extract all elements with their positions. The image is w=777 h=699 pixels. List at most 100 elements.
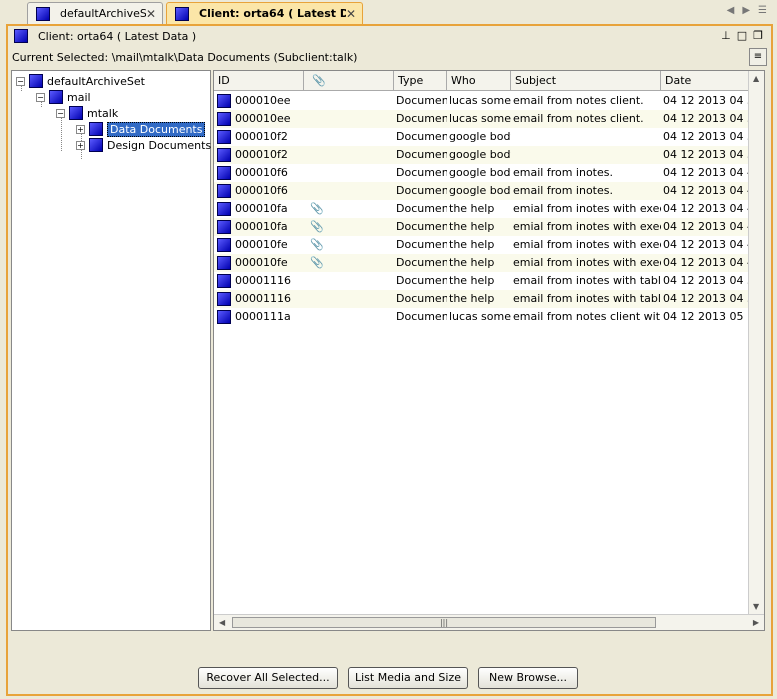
table-row[interactable]: 00001116 Documentthe help email from inote… <box>214 290 750 308</box>
cell-attachment <box>304 164 394 182</box>
expand-icon[interactable]: + <box>76 140 85 150</box>
cell-date: 04 12 2013 04 47 <box>663 202 750 215</box>
cell-attachment <box>304 290 394 308</box>
cell-id: 00001116 <box>214 290 304 308</box>
expand-icon[interactable]: + <box>76 124 85 134</box>
document-icon <box>217 220 231 234</box>
table-row[interactable]: 000010f2 Documentgoogle body 04 12 2013 04… <box>214 128 750 146</box>
table-row[interactable]: 000010fe 📎 Documentthe help emial from inot… <box>214 254 750 272</box>
scroll-up-icon[interactable]: ▲ <box>753 74 759 83</box>
cell-subject: emial from inotes with exec... <box>513 256 661 269</box>
cell-type: Document <box>396 184 447 197</box>
table-row[interactable]: 00001116 Documentthe help email from inote… <box>214 272 750 290</box>
horizontal-scrollbar[interactable]: ◀ ||| ▶ <box>214 614 764 630</box>
tree-node-data-documents[interactable]: + Data Documents <box>76 121 206 137</box>
cell-attachment <box>304 308 394 326</box>
client-icon <box>14 29 28 43</box>
pin-icon[interactable]: ⊥ <box>721 29 731 42</box>
cell-attachment <box>304 182 394 200</box>
cell-date: 04 12 2013 04 40 <box>663 166 750 179</box>
tree-node-mail[interactable]: − mail <box>36 89 91 105</box>
cell-id: 000010f6 <box>214 182 304 200</box>
tab-label: defaultArchiveSet <box>60 7 146 20</box>
scroll-down-icon[interactable]: ▼ <box>753 602 759 611</box>
table-row[interactable]: 000010fe 📎 Documentthe help emial from inot… <box>214 236 750 254</box>
cell-type: Document <box>396 292 447 305</box>
cell-id: 000010f2 <box>214 146 304 164</box>
cell-who: the help <box>449 220 495 233</box>
table-row[interactable]: 000010f6 Documentgoogle bodyemail from in… <box>214 164 750 182</box>
paperclip-icon: 📎 <box>312 74 326 87</box>
cell-who: google body <box>449 148 511 161</box>
cell-attachment <box>304 128 394 146</box>
cell-date: 04 12 2013 04 47 <box>663 256 750 269</box>
tab-list-icon[interactable]: ☰ <box>758 5 767 16</box>
cell-subject: email from inotes. <box>513 166 613 179</box>
cell-id: 00001116 <box>214 272 304 290</box>
horizontal-scroll-thumb[interactable]: ||| <box>232 617 656 628</box>
cell-date: 04 12 2013 05 10 <box>663 310 750 323</box>
table-row[interactable]: 000010f6 Documentgoogle bodyemail from in… <box>214 182 750 200</box>
maximize-icon[interactable]: □ <box>737 29 747 42</box>
cell-id: 0000111a <box>214 308 304 326</box>
folder-icon <box>49 90 63 104</box>
column-header-type[interactable]: Type <box>394 71 447 91</box>
collapse-icon[interactable]: − <box>36 92 45 102</box>
column-header-subject[interactable]: Subject <box>511 71 661 91</box>
scroll-left-icon[interactable]: ◀ <box>727 5 735 16</box>
table-row[interactable]: 000010ee Documentlucas someemail from not… <box>214 92 750 110</box>
cell-date: 04 12 2013 04 37 <box>663 112 750 125</box>
document-icon <box>217 94 231 108</box>
cell-id: 000010fe <box>214 254 304 272</box>
scroll-right-icon[interactable]: ▶ <box>753 618 759 627</box>
cell-who: the help <box>449 256 495 269</box>
document-icon <box>217 130 231 144</box>
cell-subject: emial from inotes with exec... <box>513 202 661 215</box>
new-browse-button[interactable]: New Browse... <box>478 667 578 689</box>
collapse-icon[interactable]: − <box>56 108 65 118</box>
document-icon <box>217 292 231 306</box>
cell-type: Document <box>396 94 447 107</box>
column-header-id[interactable]: ID <box>214 71 304 91</box>
list-media-and-size-button[interactable]: List Media and Size <box>348 667 468 689</box>
cell-id: 000010fa <box>214 200 304 218</box>
tab-client-orta64[interactable]: Client: orta64 ( Latest D... ✕ <box>166 2 363 24</box>
cell-who: the help <box>449 202 495 215</box>
cell-type: Document <box>396 274 447 287</box>
cell-subject <box>511 128 661 146</box>
cell-who: lucas some <box>449 310 511 323</box>
table-row[interactable]: 000010ee Documentlucas someemail from not… <box>214 110 750 128</box>
column-header-who[interactable]: Who <box>447 71 511 91</box>
cell-who: lucas some <box>449 94 511 107</box>
scroll-left-icon[interactable]: ◀ <box>219 618 225 627</box>
cell-type: Document <box>396 310 447 323</box>
cell-type: Document <box>396 238 447 251</box>
column-chooser-button[interactable]: ≡ <box>749 48 767 66</box>
recover-all-selected-button[interactable]: Recover All Selected... <box>198 667 338 689</box>
cell-id: 000010f2 <box>214 128 304 146</box>
tree-node-default-archive-set[interactable]: − defaultArchiveSet <box>16 73 145 89</box>
cell-type: Document <box>396 256 447 269</box>
collapse-icon[interactable]: − <box>16 76 25 86</box>
tree-node-mtalk[interactable]: − mtalk <box>56 105 118 121</box>
cell-date: 04 12 2013 04 53 <box>663 274 750 287</box>
column-header-attachment[interactable]: 📎 <box>304 71 394 91</box>
close-icon[interactable]: ✕ <box>346 7 356 21</box>
table-row[interactable]: 0000111a Documentlucas someemail from not… <box>214 308 750 326</box>
cell-subject: email from inotes. <box>513 184 613 197</box>
table-row[interactable]: 000010f2 Documentgoogle body 04 12 2013 04… <box>214 146 750 164</box>
cell-id: 000010f6 <box>214 164 304 182</box>
cell-type: Document <box>396 202 447 215</box>
close-icon[interactable]: ✕ <box>146 7 156 21</box>
cell-subject: emial from inotes with exec... <box>513 238 661 251</box>
table-row[interactable]: 000010fa 📎 Documentthe help emial from inot… <box>214 218 750 236</box>
tree-node-design-documents[interactable]: + Design Documents <box>76 137 211 153</box>
tab-default-archive-set[interactable]: defaultArchiveSet ✕ <box>27 2 163 24</box>
column-header-date[interactable]: Date <box>661 71 750 91</box>
scroll-right-icon[interactable]: ▶ <box>742 5 750 16</box>
restore-icon[interactable]: ❐ <box>753 29 763 42</box>
cell-date: 04 12 2013 04 47 <box>663 220 750 233</box>
vertical-scrollbar[interactable]: ▲ ▼ <box>748 71 764 614</box>
table-row[interactable]: 000010fa 📎 Documentthe help emial from inot… <box>214 200 750 218</box>
cell-attachment <box>304 110 394 128</box>
